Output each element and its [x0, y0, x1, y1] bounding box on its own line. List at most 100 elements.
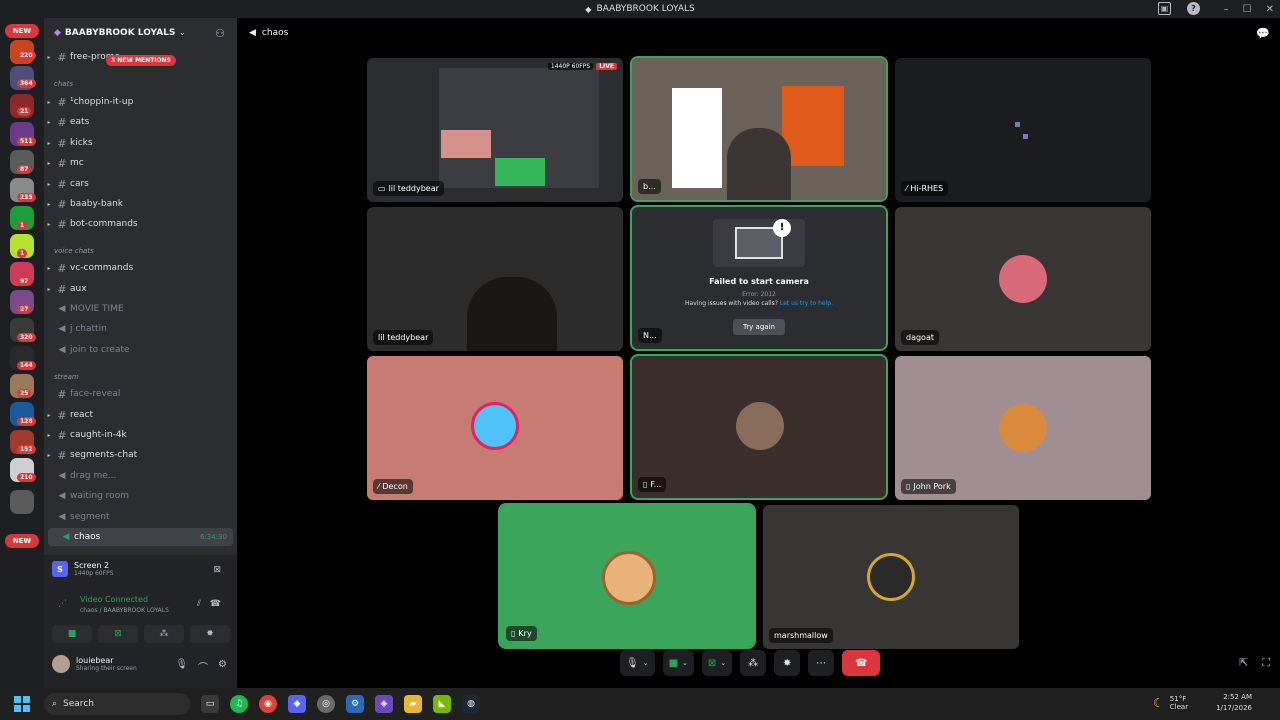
file-explorer-icon[interactable]: ▰ — [404, 695, 422, 713]
voice-channel-drag-me[interactable]: ◀ drag me... — [44, 467, 237, 485]
headphones-icon[interactable]: ⌒ — [198, 659, 208, 674]
voice-channel-waiting-room[interactable]: ◀ waiting room — [44, 487, 237, 505]
system-clock[interactable]: 2:52 AM 1/17/2026 — [1216, 692, 1252, 714]
video-tile-avatar[interactable]: ▯ John Pork — [895, 356, 1151, 500]
video-tile-avatar[interactable]: marshmallow — [763, 505, 1019, 649]
voice-channel-movie-time[interactable]: ◀ MOVIE TIME — [44, 300, 237, 318]
channel-eats[interactable]: ▸ # eats — [44, 113, 237, 131]
soundboard-button[interactable]: ✸ — [190, 625, 230, 643]
fullscreen-icon[interactable]: ⛶ — [1262, 656, 1270, 670]
stop-stream-icon[interactable]: ⊠ — [213, 565, 221, 575]
category-stream[interactable]: stream — [54, 373, 79, 381]
channel-mc[interactable]: ▸ # mc — [44, 154, 237, 172]
server-icon[interactable] — [10, 490, 34, 514]
add-user-icon[interactable]: ⚇ — [215, 27, 225, 40]
minimize-button[interactable]: – — [1224, 4, 1229, 15]
disconnect-icon[interactable]: ☎ — [210, 599, 221, 609]
channel-face-reveal[interactable]: # face-reveal — [44, 385, 237, 403]
camera-button[interactable]: ■ — [52, 625, 92, 643]
microphone-icon[interactable]: 🎙 — [175, 659, 188, 674]
taskbar: ⌕ Search ▭ ♫ ◉ ◆ ◎ ⚙ ◈ ▰ ◣ ◍ ☾ 51°F Clea… — [0, 688, 1280, 720]
settings-icon[interactable]: ⚙ — [346, 695, 364, 713]
channel-baaby-bank[interactable]: ▸ # baaby-bank — [44, 195, 237, 213]
mentions-pill[interactable]: 3 NEW MENTIONS — [106, 55, 176, 66]
settings-gear-icon[interactable]: ⚙ — [218, 659, 227, 674]
tile-label: N... — [638, 328, 662, 343]
voice-connected-status[interactable]: Video Connected — [80, 595, 148, 604]
maximize-button[interactable]: ☐ — [1243, 4, 1252, 15]
new-unreads-pill[interactable]: NEW — [5, 24, 39, 38]
steam-icon[interactable]: ◍ — [462, 695, 480, 713]
new-unreads-pill[interactable]: NEW — [5, 534, 39, 548]
video-tile-avatar[interactable]: ⁄ Hi-RHES — [895, 58, 1151, 202]
popout-icon[interactable]: ⇱ — [1239, 656, 1248, 670]
category-voice-chats[interactable]: voice chats — [54, 247, 94, 255]
video-tile-screen-share[interactable]: 1440P 60FPS LIVE ▭ lil teddybear — [367, 58, 623, 202]
channel-header: ◀ chaos — [249, 28, 289, 38]
channel-caught-in-4k[interactable]: ▸ # caught-in-4k — [44, 426, 237, 444]
task-view-icon[interactable]: ▭ — [201, 695, 219, 713]
channel-aux[interactable]: ▸ # aux — [44, 280, 237, 298]
video-tile-avatar[interactable]: ▯ F... — [630, 354, 888, 500]
category-chats[interactable]: chats — [54, 80, 73, 88]
error-help: Having issues with video calls? Let us t… — [685, 300, 833, 307]
nvidia-icon[interactable]: ◣ — [433, 695, 451, 713]
video-tile-camera[interactable]: b... — [630, 56, 888, 202]
app-icon[interactable]: ◎ — [317, 695, 335, 713]
voice-timer: 6:34:30 — [200, 533, 227, 541]
server-badge: 511 — [17, 137, 36, 146]
tile-label: ⁄ Hi-RHES — [901, 181, 949, 196]
more-options-button[interactable]: ⋯ — [808, 650, 835, 676]
camera-button[interactable]: ■ ⌄ — [662, 650, 694, 676]
video-tile-camera-error[interactable]: ! Failed to start camera Error: 2012 Hav… — [630, 205, 888, 351]
channel-bot-commands[interactable]: ▸ # bot-commands — [44, 215, 237, 233]
channel-kicks[interactable]: ▸ # kicks — [44, 134, 237, 152]
share-screen-button[interactable]: ⊠ ⌄ — [701, 650, 733, 676]
taskbar-search[interactable]: ⌕ Search — [44, 693, 190, 715]
activities-button[interactable]: ⁂ — [740, 650, 767, 676]
stream-preview[interactable]: S Screen 2 1440p 60FPS — [52, 561, 114, 577]
gamepad-icon[interactable]: ◈ — [375, 695, 393, 713]
speaker-icon: ◀ — [58, 512, 66, 522]
video-tile-avatar[interactable]: ▯ Kry — [498, 503, 756, 649]
guild-header[interactable]: ◆ BAABYBROOK LOYALS ⌄ ⚇ — [44, 18, 237, 48]
screen-share-icon: S — [52, 561, 68, 577]
voice-channel-segment[interactable]: ◀ segment — [44, 508, 237, 526]
channel-react[interactable]: ▸ # react — [44, 406, 237, 424]
close-button[interactable]: ✕ — [1266, 4, 1274, 15]
avatar — [471, 402, 519, 450]
speaker-icon: ◀ — [249, 28, 256, 38]
channel-choppin-it-up[interactable]: ▸ # ¹choppin-it-up — [44, 93, 237, 111]
channel-segments-chat[interactable]: ▸ # segments-chat — [44, 446, 237, 464]
voice-channel-j-chattin[interactable]: ◀ j chattin — [44, 320, 237, 338]
share-screen-button[interactable]: ⊠ — [98, 625, 138, 643]
try-again-button[interactable]: Try again — [733, 319, 785, 335]
video-tile-avatar[interactable]: dagoat — [895, 207, 1151, 351]
noise-suppression-icon[interactable]: ⫽ — [197, 599, 201, 609]
help-link[interactable]: Let us try to help. — [780, 300, 833, 307]
screen-icon: ▭ — [378, 184, 386, 193]
weather-widget[interactable]: ☾ 51°F Clear — [1153, 695, 1188, 711]
channel-cars[interactable]: ▸ # cars — [44, 175, 237, 193]
soundboard-button[interactable]: ✸ — [774, 650, 801, 676]
video-tile-avatar[interactable]: ⁄ Decon — [367, 356, 623, 500]
voice-channel-chaos[interactable]: ◀ chaos 6:34:30 — [48, 528, 233, 546]
chat-bubble-icon[interactable]: 💬 — [1256, 27, 1270, 40]
mute-button[interactable]: 🎙 ⌄ — [620, 650, 655, 676]
video-tile-camera[interactable]: lil teddybear — [367, 207, 623, 351]
chevron-down-icon: ⌄ — [720, 659, 727, 667]
discord-icon[interactable]: ◆ — [288, 695, 306, 713]
windows-start-icon[interactable] — [14, 696, 30, 712]
channel-vc-commands[interactable]: ▸ # vc-commands — [44, 259, 237, 277]
inbox-icon[interactable]: ▣ — [1158, 2, 1171, 15]
hash-icon: # — [57, 197, 67, 211]
spotify-icon[interactable]: ♫ — [230, 695, 248, 713]
voice-call-area: ◀ chaos 💬 1440P 60FPS LIVE ▭ lil teddybea… — [237, 18, 1280, 688]
disconnect-button[interactable]: ☎ — [842, 650, 881, 676]
help-icon[interactable]: ? — [1187, 2, 1200, 15]
user-panel[interactable]: louiebear Sharing their screen — [52, 655, 137, 673]
server-badge: 97 — [17, 277, 32, 286]
chrome-icon[interactable]: ◉ — [259, 695, 277, 713]
voice-channel-join-to-create[interactable]: ◀ join to create — [44, 341, 237, 359]
activities-button[interactable]: ⁂ — [144, 625, 184, 643]
